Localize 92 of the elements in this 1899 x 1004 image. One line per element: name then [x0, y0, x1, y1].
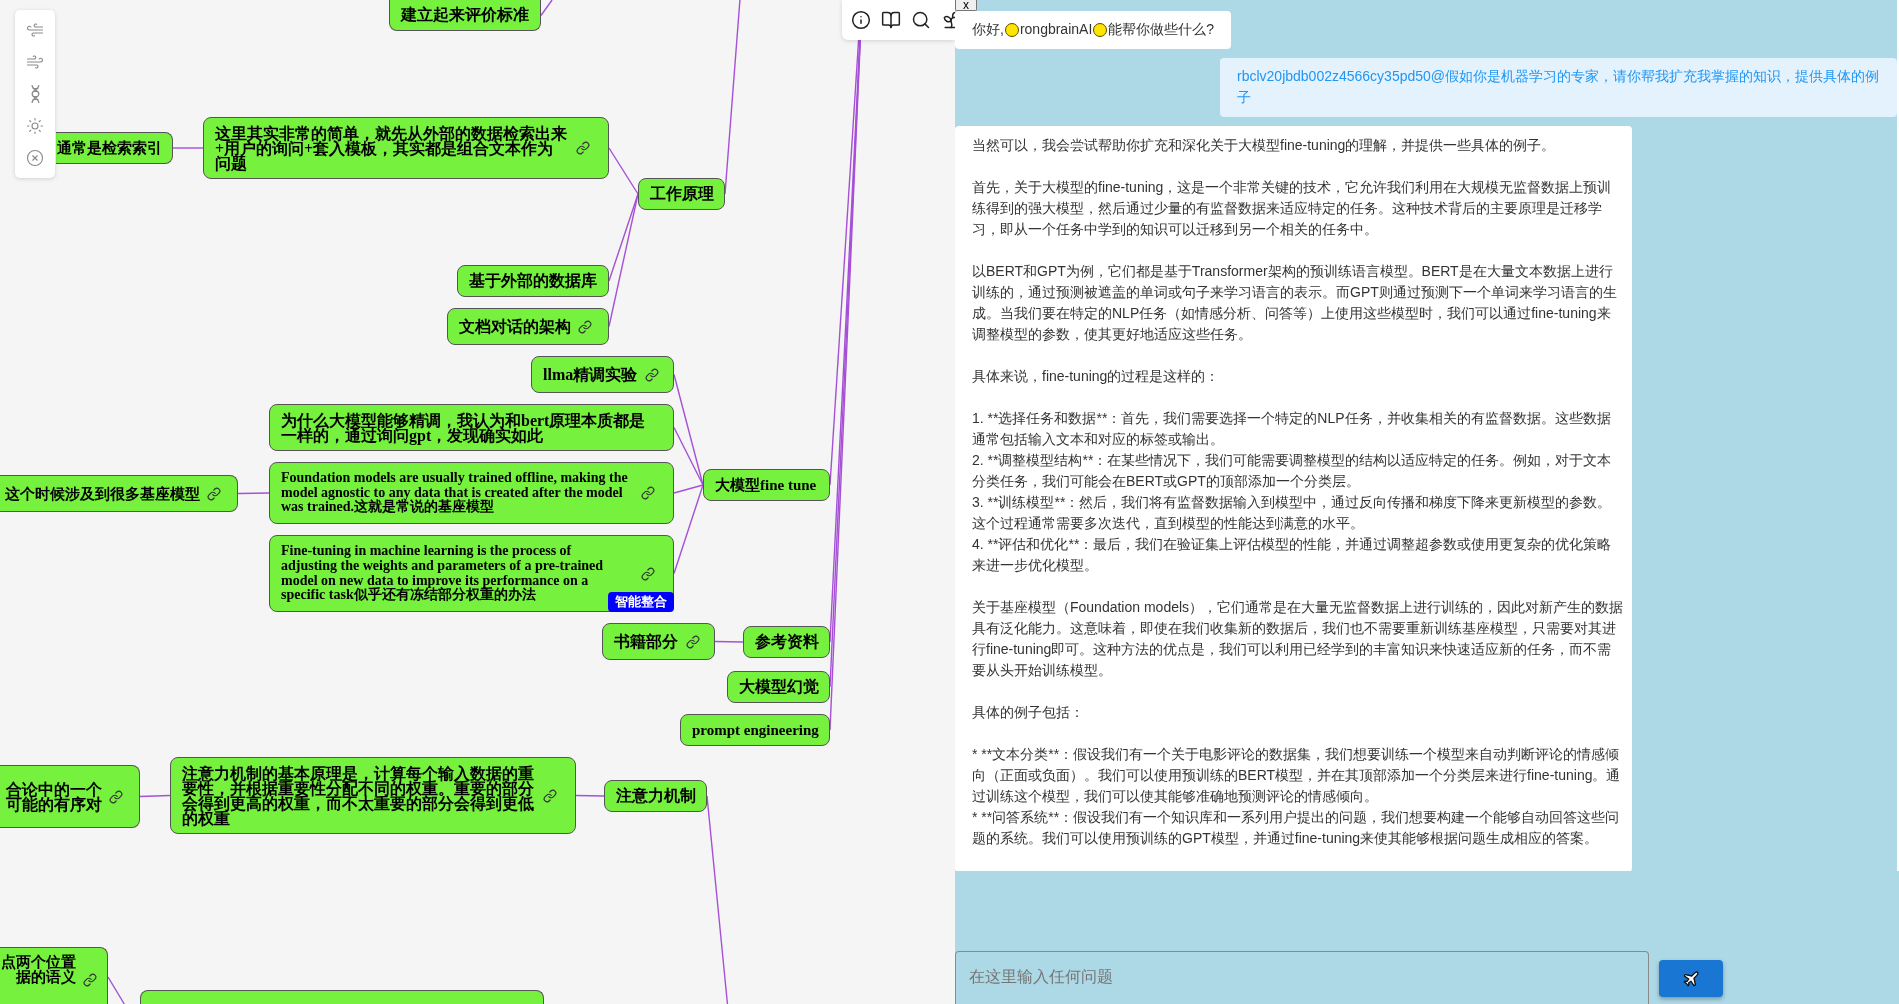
connector-line: [540, 0, 553, 17]
node-text: 注意力机制: [616, 787, 696, 805]
connector-line: [139, 794, 171, 798]
node-text: 这里其实非常的简单，就先从外部的数据检索出来+用户的询问+套入模板，其实都是组合文本作为问题: [215, 125, 568, 171]
mindmap-node[interactable]: 基于外部的数据库: [457, 265, 609, 297]
reply-paragraph: 首先，关于大模型的fine-tuning，这是一个非常关键的技术，它允许我们利用在大规模无监督数据上预训练得到的强大模型，然后通过少量的有监督数据来适应特定的任务。这种技术背后的主要原理是迁移学习，即从一个任务中学到的知识可以迁移到另一个相关的任务中。: [972, 178, 1613, 239]
link-icon[interactable]: [576, 141, 590, 155]
connector-line: [107, 976, 125, 1004]
node-text: 为什么大模型能够精调，我认为和bert原理本质都是一样的，通过询问gpt，发现确实如此: [281, 412, 647, 443]
mindmap-node[interactable]: 通常是检索索引: [56, 132, 173, 164]
node-text: 文档对话的架构: [459, 317, 571, 336]
node-text: llma精调实验: [543, 365, 638, 384]
reply-paragraph: 具体的例子包括：: [972, 703, 1085, 722]
node-text: 可能的有序对: [6, 796, 102, 812]
send-button[interactable]: [1659, 960, 1723, 997]
mindmap-node[interactable]: 注意力机制: [604, 780, 707, 812]
node-text: Foundation models are usually trained offline, making the model agnostic to any data that is created after the model was trained.这就是常说的基座模型: [281, 470, 629, 516]
node-tag: 智能整合: [608, 592, 674, 612]
question-input[interactable]: 在这里输入任何问题: [955, 951, 1649, 1004]
reply-paragraph: 2. **调整模型结构**：在某些情况下，我们可能需要调整模型的结构以适应特定的任务。例如，对于文本分类任务，我们可能会在BERT或GPT的顶部添加一个分类层。: [972, 451, 1613, 491]
node-text: 工作原理: [650, 185, 714, 203]
node-text: 通常是检索索引: [57, 139, 162, 157]
node-text: Fine-tuning in machine learning is the process of adjusting the weights and parameters of a pre-trained model on new data to improve its performance on a specific task似乎还有冻结部分权重的办法: [281, 544, 605, 603]
node-text: 点两个位置: [1, 955, 76, 970]
node-text: prompt engineering: [692, 721, 819, 739]
dna-icon[interactable]: [30, 85, 40, 103]
reply-paragraph: 1. **选择任务和数据**：首先，我们需要选择一个特定的NLP任务，并收集相关的有监督数据。这些数据通常包括输入文本和对应的标签或输出。: [972, 409, 1612, 449]
close-button[interactable]: x: [955, 0, 977, 11]
node-text: 合论中的一个: [6, 781, 102, 797]
mindmap-node[interactable]: [140, 990, 544, 1004]
mindmap-node[interactable]: 书籍部分: [602, 623, 715, 660]
link-icon[interactable]: [641, 486, 655, 500]
link-icon[interactable]: [645, 367, 659, 382]
link-icon[interactable]: [83, 972, 97, 987]
connector-line: [575, 794, 605, 797]
reply-paragraph: 当然可以，我会尝试帮助你扩充和深化关于大模型fine-tuning的理解，并提供一些具体的例子。: [972, 136, 1557, 155]
reply-paragraph: 以BERT和GPT为例，它们都是基于Transformer架构的预训练语言模型。BERT是在大量文本数据上进行训练的，通过预测被遮盖的单词或句子来学习语言的表示。而GPT则通过预测下一个单词来学习语言的生成。当我们要在特定的NLP任务（如情感分析、问答等）上使用这些模型时，我们可以通过fine-tuning来调整模型的参数，使其更好地适应这些任务。: [972, 262, 1618, 344]
link-icon[interactable]: [207, 486, 221, 501]
node-text: 基于外部的数据库: [469, 272, 598, 290]
mindmap-node[interactable]: Fine-tuning in machine learning is the process of adjusting the weights and parameters of a pre-trained model on new data to improve its performance on a specific task似乎还有冻结部分权重的办法 智能整合: [269, 535, 674, 612]
search-icon[interactable]: [911, 10, 931, 30]
sprout-icon[interactable]: [941, 10, 955, 30]
link-icon[interactable]: [686, 634, 700, 649]
node-text: 书籍部分: [614, 632, 679, 651]
greeting-text: 能帮你做些什么?: [1108, 20, 1215, 39]
user-message: rbclv20jbdb002z4566cy35pd50@假如你是机器学习的专家，请你帮我扩充我掌握的知识，提供具体的例子: [1220, 58, 1897, 117]
mindmap-node[interactable]: 大模型fine tune: [703, 469, 830, 501]
close-icon[interactable]: [26, 149, 44, 167]
reply-paragraph: * **文本分类**：假设我们有一个关于电影评论的数据集，我们想要训练一个模型来自动判断评论的情感倾向（正面或负面）。我们可以使用预训练的BERT模型，并在其顶部添加一个分类层来进行fine-tuning。通过训练这个模型，我们可以使其能够准确地预测评论的情感倾向。: [972, 745, 1622, 806]
mindmap-node[interactable]: 这里其实非常的简单，就先从外部的数据检索出来+用户的询问+套入模板，其实都是组合文本作为问题: [203, 117, 609, 179]
mindmap-node[interactable]: prompt engineering: [680, 714, 830, 746]
reply-paragraph: 3. **训练模型**：然后，我们将有监督数据输入到模型中，通过反向传播和梯度下降来更新模型的参数。这个过程通常需要多次迭代，直到模型的性能达到满意的水平。: [972, 493, 1613, 533]
airplane-icon: [1682, 969, 1700, 988]
link-icon[interactable]: [543, 788, 557, 803]
connector-line: [714, 640, 744, 643]
greeting-text: 你好,: [972, 20, 1004, 39]
node-text: 大模型fine tune: [715, 476, 818, 494]
reply-paragraph: 关于基座模型（Foundation models），它们通常是在大量无监督数据上进行训练的，因此对新产生的数据具有泛化能力。这意味着，即使在我们收集新的数据后，我们也不需要重新训练基座模型，只需要对其进行fine-tuning即可。这种方法的优点是，我们可以利用已经学到的丰富知识来快速适应新的任务，而不需要从头开始训练模型。: [972, 598, 1624, 680]
circle-emoji-icon: [1004, 22, 1019, 37]
connector-line: [172, 147, 204, 149]
reply-paragraph: * **问答系统**：假设我们有一个知识库和一系列用户提出的问题，我们想要构建一个能够自动回答这些问题的系统。我们可以使用预训练的GPT模型，并通过fine-tuning来使其能够根据问题生成相应的答案。: [972, 808, 1621, 848]
mindmap-node[interactable]: 注意力机制的基本原理是，计算每个输入数据的重要性，并根据重要性分配不同的权重。重要的部分会得到更高的权重，而不太重要的部分会得到更低的权重: [170, 757, 576, 834]
link-icon[interactable]: [578, 319, 592, 334]
link-icon[interactable]: [109, 789, 123, 804]
node-text: 参考资料: [755, 633, 819, 651]
mindmap-node[interactable]: Foundation models are usually trained offline, making the model agnostic to any data that is created after the model was trained.这就是常说的基座模型: [269, 462, 674, 524]
mindmap-node[interactable]: 合论中的一个 可能的有序对: [0, 765, 140, 828]
mindmap-node[interactable]: 为什么大模型能够精调，我认为和bert原理本质都是一样的，通过询问gpt，发现确实如此: [269, 404, 674, 451]
connector-line: [237, 492, 270, 495]
mindmap-node[interactable]: 工作原理: [638, 178, 725, 210]
greeting-text: rongbrainAI: [1019, 20, 1093, 39]
info-icon[interactable]: [851, 10, 871, 30]
circle-emoji-icon: [1093, 22, 1108, 37]
mindmap-node[interactable]: 这个时候涉及到很多基座模型: [0, 475, 238, 512]
wind-icon[interactable]: [26, 53, 44, 71]
mindmap-node[interactable]: 参考资料: [743, 626, 830, 658]
mindmap-node[interactable]: 大模型幻觉: [727, 671, 830, 703]
reply-paragraph: 4. **评估和优化**：最后，我们在验证集上评估模型的性能，并通过调整超参数或使用更复杂的优化策略来进一步优化模型。: [972, 535, 1613, 575]
node-text: 注意力机制的基本原理是，计算每个输入数据的重要性，并根据重要性分配不同的权重。重要的部分会得到更高的权重，而不太重要的部分会得到更低的权重: [182, 765, 535, 826]
mindmap-node[interactable]: llma精调实验: [531, 356, 674, 393]
node-text: 这个时候涉及到很多基座模型: [5, 484, 200, 503]
link-icon[interactable]: [641, 566, 655, 581]
book-icon[interactable]: [881, 10, 901, 30]
node-text: 建立起来评价标准: [401, 6, 530, 24]
node-text: 大模型幻觉: [739, 678, 819, 696]
reply-paragraph: 具体来说，fine-tuning的过程是这样的：: [972, 367, 1221, 386]
mindmap-node[interactable]: 点两个位置 据的语义: [0, 947, 108, 1004]
wind-icon[interactable]: [26, 21, 44, 39]
mindmap-node[interactable]: 文档对话的架构: [447, 308, 609, 345]
sun-icon[interactable]: [26, 117, 44, 135]
mindmap-node[interactable]: 建立起来评价标准: [389, 0, 541, 31]
node-text: 据的语义: [16, 970, 76, 985]
